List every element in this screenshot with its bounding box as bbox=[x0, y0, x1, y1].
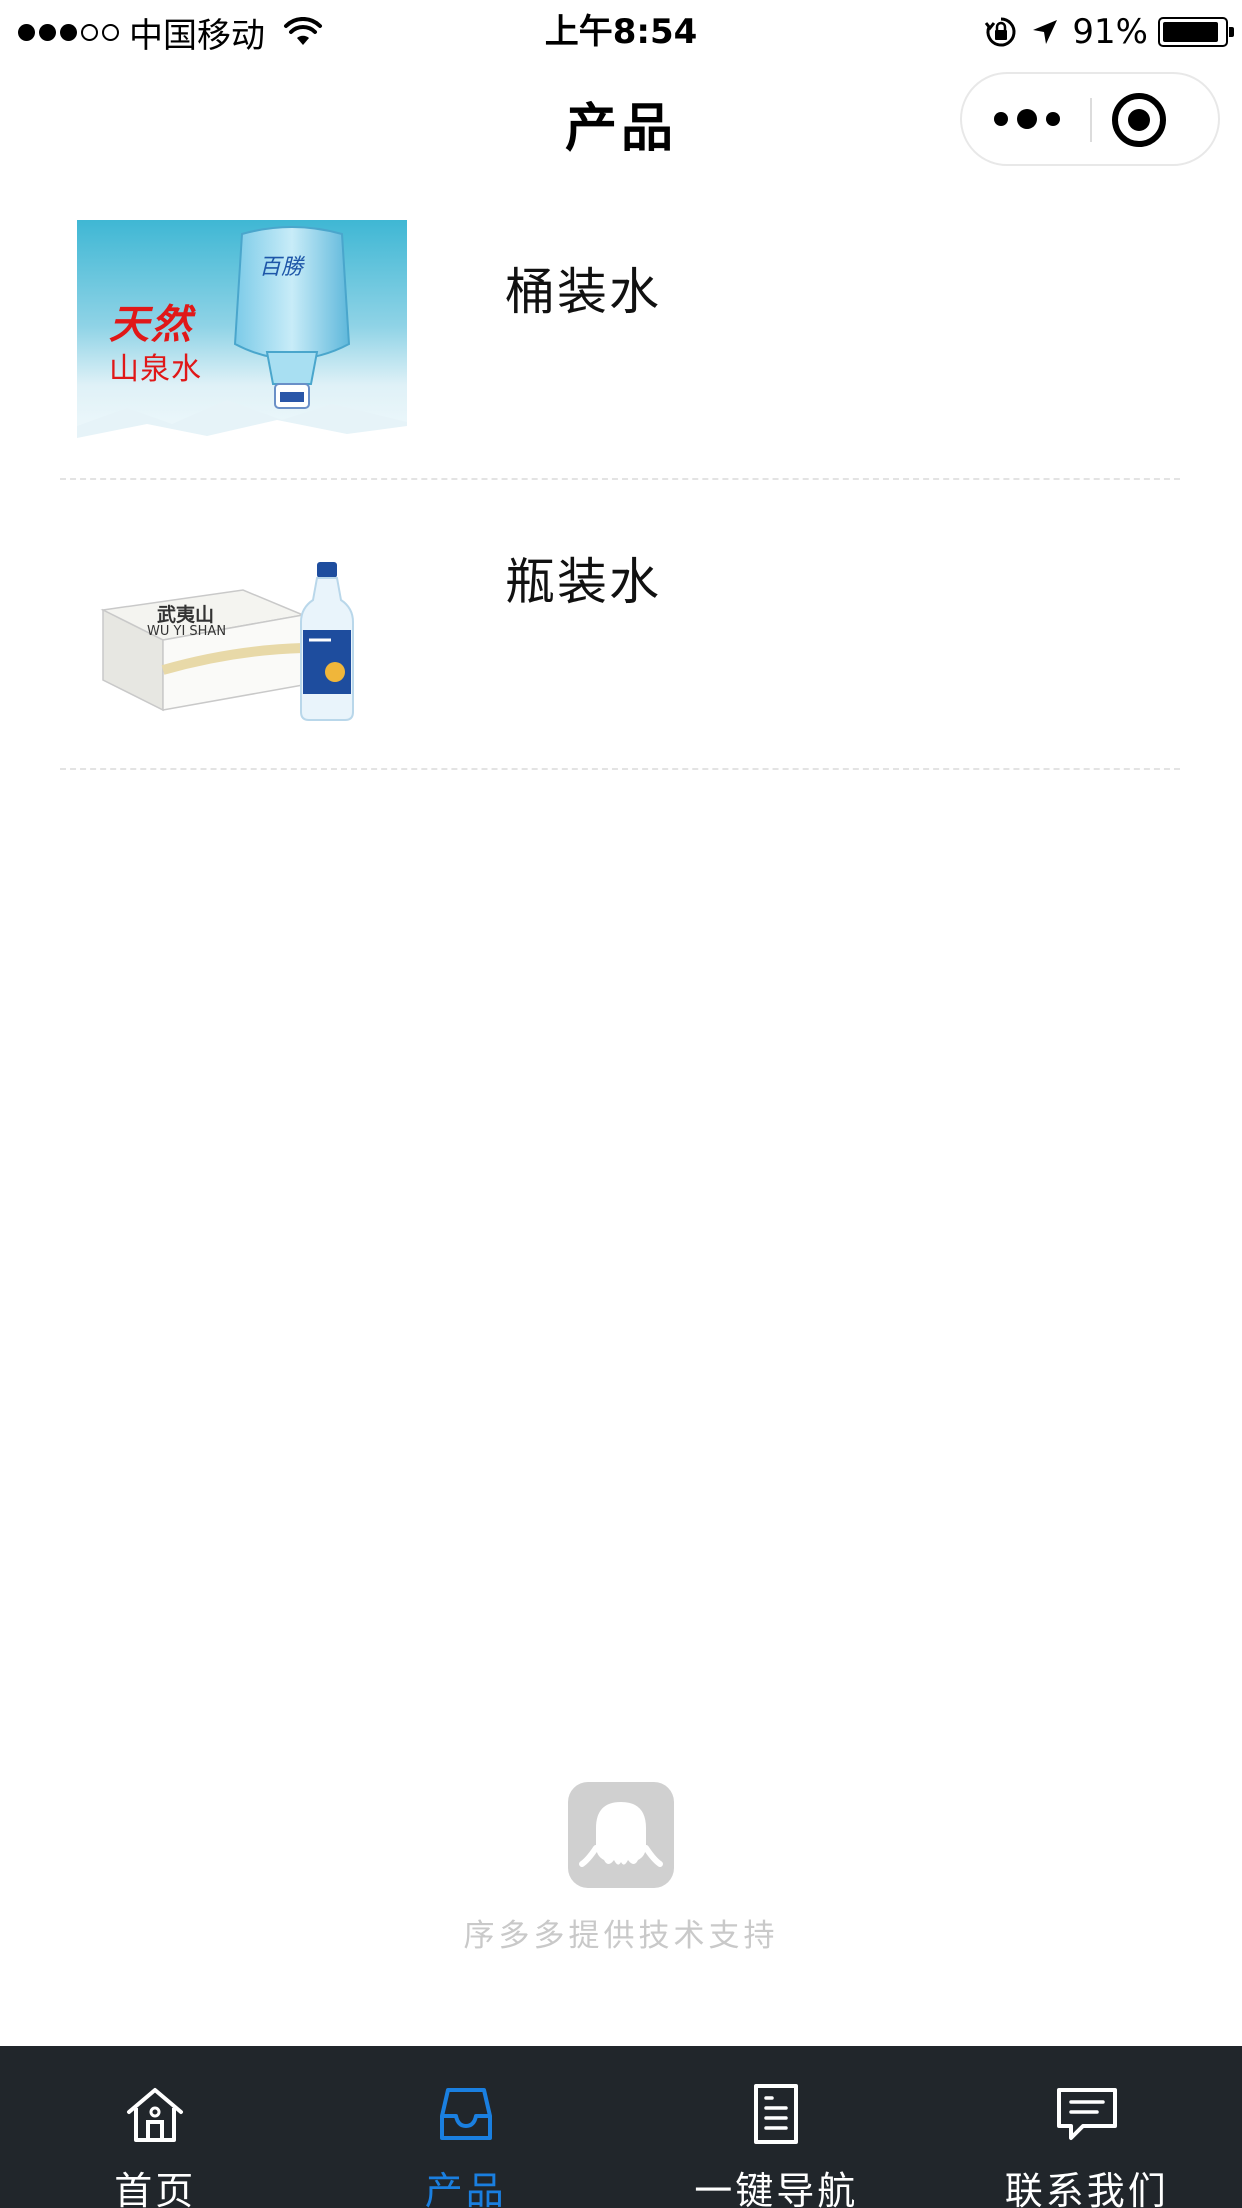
water-bottle-graphic bbox=[300, 562, 354, 721]
product-image-bottled-water[interactable]: 武夷山 WU YI SHAN bbox=[77, 510, 407, 746]
rotation-lock-icon bbox=[985, 17, 1016, 47]
product-list: 百勝 天然 山泉水 桶装水 武夷山 WU YI SHAN 瓶装水 bbox=[60, 190, 1180, 770]
battery-percent: 91% bbox=[1072, 12, 1148, 52]
tray-icon bbox=[439, 2088, 492, 2140]
tab-label: 一键导航 bbox=[694, 2169, 859, 2208]
status-right: 91% bbox=[984, 8, 1234, 56]
product-image-barrel-water[interactable]: 百勝 天然 山泉水 bbox=[77, 220, 407, 456]
more-dots-icon bbox=[993, 112, 1008, 126]
tab-label: 产品 bbox=[424, 2169, 507, 2208]
brand-line-2: 山泉水 bbox=[109, 352, 202, 387]
navigation-bar: 产品 bbox=[0, 64, 1242, 182]
brand-line-1: 天然 bbox=[109, 302, 193, 348]
tab-navigation[interactable]: 一键导航 bbox=[621, 2046, 932, 2208]
product-name[interactable]: 桶装水 bbox=[505, 252, 661, 324]
battery-icon bbox=[1158, 17, 1234, 47]
product-name[interactable]: 瓶装水 bbox=[505, 542, 661, 614]
tab-home[interactable]: 首页 bbox=[0, 2046, 311, 2208]
location-arrow-icon bbox=[1033, 20, 1058, 44]
status-bar: 中国移动 上午8:54 91% bbox=[0, 0, 1242, 64]
tab-label: 首页 bbox=[114, 2169, 197, 2208]
bottom-tab-bar: 首页 产品 一键导航 联系我们 bbox=[0, 2046, 1242, 2208]
capsule-divider bbox=[1090, 98, 1092, 142]
product-item-barrel-water[interactable]: 百勝 天然 山泉水 桶装水 bbox=[60, 190, 1180, 480]
tab-products[interactable]: 产品 bbox=[311, 2046, 622, 2208]
tab-label: 联系我们 bbox=[1004, 2169, 1169, 2208]
water-case-graphic bbox=[100, 589, 306, 712]
product-item-bottled-water[interactable]: 武夷山 WU YI SHAN 瓶装水 bbox=[60, 480, 1180, 770]
jug-logo: 百勝 bbox=[259, 255, 306, 280]
water-jug-graphic: 百勝 bbox=[233, 226, 351, 409]
document-icon bbox=[754, 2084, 799, 2144]
case-brand: 武夷山 bbox=[157, 604, 215, 626]
message-icon bbox=[1056, 2088, 1117, 2140]
home-icon bbox=[127, 2088, 184, 2142]
case-brand-english: WU YI SHAN bbox=[147, 624, 227, 639]
more-options-button[interactable] bbox=[962, 74, 1091, 164]
close-mini-program-button[interactable] bbox=[1112, 93, 1166, 147]
mini-program-capsule bbox=[960, 72, 1220, 166]
tech-support-footer: 序多多提供技术支持 bbox=[0, 1782, 1242, 1955]
tab-contact-us[interactable]: 联系我们 bbox=[932, 2046, 1242, 2208]
octopus-logo-icon bbox=[568, 1782, 674, 1888]
tech-support-text: 序多多提供技术支持 bbox=[463, 1918, 779, 1954]
